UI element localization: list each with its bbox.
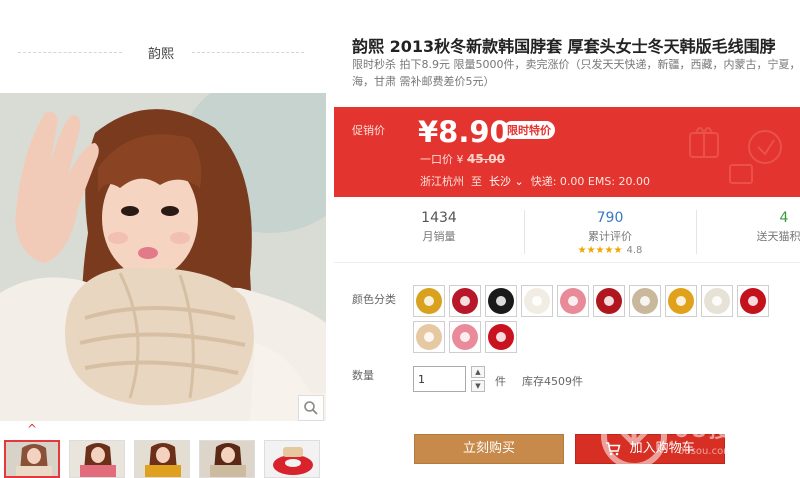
swatch-thumb — [488, 288, 514, 314]
stats-divider-2 — [696, 210, 697, 254]
rating-stars-icon: ★★★★★ — [577, 245, 623, 256]
divider-right — [192, 52, 304, 53]
buy-now-button[interactable]: 立刻购买 — [414, 434, 564, 464]
swatch-thumb — [632, 288, 658, 314]
stats-bar: 1434 月销量 790 累计评价 ★★★★★4.8 4 送天猫积分 — [334, 205, 800, 263]
color-swatch-10[interactable] — [737, 285, 769, 317]
rating-score: 4.8 — [626, 245, 643, 256]
current-price: ¥8.90 — [418, 115, 510, 149]
swatch-thumb — [452, 324, 478, 350]
quantity-increase-button[interactable]: ▲ — [471, 366, 485, 378]
original-price-label: 一口价 ¥ — [420, 153, 464, 166]
color-swatch-8[interactable] — [665, 285, 697, 317]
thumbnail-1[interactable] — [4, 440, 60, 478]
points-value: 4 — [779, 210, 789, 226]
thumbnail-2[interactable] — [69, 440, 125, 478]
quantity-input[interactable] — [413, 366, 466, 392]
divider-left — [18, 52, 122, 53]
thumb-up-arrow-icon[interactable]: ^ — [27, 423, 39, 435]
watermark-text: 08搜索 — [674, 418, 757, 443]
swatch-thumb — [452, 288, 478, 314]
color-swatch-1[interactable] — [413, 285, 445, 317]
thumbnail-strip — [4, 440, 330, 478]
promo-price-panel: 促销价 ¥8.90 限时特价 一口价 ¥ 45.00 浙江杭州 至 长沙 ⌄ 快… — [334, 107, 800, 197]
color-swatch-12[interactable] — [449, 321, 481, 353]
original-price-row: 一口价 ¥ 45.00 — [420, 151, 505, 167]
rating-row: ★★★★★ 4.8 — [530, 245, 690, 256]
points-stat: 4 送天猫积分 — [704, 210, 800, 244]
magnifier-icon — [304, 401, 318, 415]
color-swatch-11[interactable] — [413, 321, 445, 353]
color-swatch-6[interactable] — [593, 285, 625, 317]
destination-city-select[interactable]: 长沙 ⌄ — [489, 175, 524, 188]
reviews-value[interactable]: 790 — [530, 210, 690, 226]
ship-to-word: 至 — [471, 175, 482, 188]
reviews-stat[interactable]: 790 累计评价 ★★★★★ 4.8 — [530, 210, 690, 256]
monthly-sales-stat: 1434 月销量 — [359, 210, 519, 244]
shipping-fees: 快递: 0.00 EMS: 20.00 — [530, 175, 651, 188]
ship-from: 浙江杭州 — [420, 175, 464, 188]
watermark-logo-icon — [601, 403, 667, 469]
limited-offer-badge: 限时特价 — [503, 121, 555, 139]
thumbnail-3[interactable] — [134, 440, 190, 478]
thumbnail-5[interactable] — [264, 440, 320, 478]
swatch-thumb — [560, 288, 586, 314]
watermark-subtext: 08sou.com — [678, 446, 733, 457]
shop-name[interactable]: 韵熙 — [130, 43, 192, 62]
points-label: 送天猫积分 — [756, 230, 800, 243]
quantity-decrease-button[interactable]: ▼ — [471, 380, 485, 392]
color-swatch-9[interactable] — [701, 285, 733, 317]
reviews-label: 累计评价 — [588, 230, 632, 243]
color-swatch-4[interactable] — [521, 285, 553, 317]
color-option-label: 颜色分类 — [352, 293, 396, 306]
gallery-column: 韵熙 ^ — [0, 0, 334, 478]
promo-label: 促销价 — [352, 124, 385, 137]
thumbnail-4[interactable] — [199, 440, 255, 478]
shipping-row: 浙江杭州 至 长沙 ⌄ 快递: 0.00 EMS: 20.00 — [420, 173, 650, 189]
product-title: 韵熙 2013秋冬新款韩国脖套 厚套头女士冬天韩版毛线围脖 — [352, 37, 776, 56]
shop-header: 韵熙 — [0, 0, 334, 92]
quantity-label: 数量 — [352, 369, 374, 382]
gift-pattern-icon — [689, 127, 782, 184]
monthly-sales-label: 月销量 — [422, 230, 456, 243]
swatch-thumb — [704, 288, 730, 314]
zoom-button[interactable] — [298, 395, 324, 421]
color-swatch-5[interactable] — [557, 285, 589, 317]
stats-divider-1 — [524, 210, 525, 254]
swatch-thumb — [524, 288, 550, 314]
main-product-photo[interactable] — [0, 93, 326, 421]
swatch-thumb — [416, 324, 442, 350]
swatch-thumb — [416, 288, 442, 314]
swatch-thumb — [740, 288, 766, 314]
monthly-sales-value: 1434 — [421, 210, 457, 226]
swatch-thumb — [488, 324, 514, 350]
swatch-thumb — [668, 288, 694, 314]
quantity-unit: 件 — [495, 375, 506, 388]
color-swatch-2[interactable] — [449, 285, 481, 317]
site-watermark: 08搜索 08sou.com — [596, 398, 800, 478]
stock-count: 库存4509件 — [522, 375, 583, 388]
swatch-thumb — [596, 288, 622, 314]
chevron-down-icon: ⌄ — [514, 175, 524, 188]
product-subtitle: 限时秒杀 拍下8.9元 限量5000件，卖完涨价（只发天天快递，新疆，西藏，内蒙… — [352, 58, 800, 88]
color-swatch-3[interactable] — [485, 285, 517, 317]
original-price-value: 45.00 — [467, 152, 505, 166]
color-swatch-7[interactable] — [629, 285, 661, 317]
color-swatch-13[interactable] — [485, 321, 517, 353]
destination-city: 长沙 — [489, 175, 511, 188]
